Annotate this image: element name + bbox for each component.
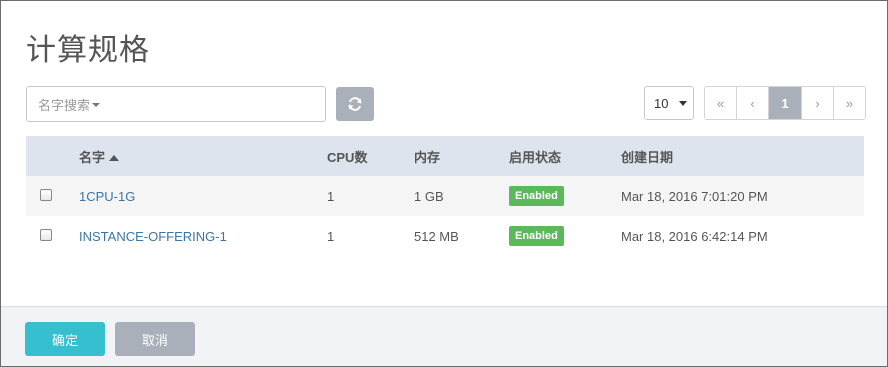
first-page-button[interactable]: « (705, 87, 737, 119)
cancel-button[interactable]: 取消 (115, 322, 195, 356)
confirm-button[interactable]: 确定 (25, 322, 105, 356)
search-input[interactable]: 名字搜索 (26, 86, 326, 122)
created-date-cell: Mar 18, 2016 6:42:14 PM (621, 228, 768, 244)
prev-page-button[interactable]: ‹ (737, 87, 769, 119)
memory-cell: 1 GB (414, 188, 444, 204)
current-page-button[interactable]: 1 (769, 87, 802, 119)
refresh-icon (348, 97, 362, 111)
column-header-name[interactable]: 名字 (79, 147, 327, 166)
cpu-cell: 1 (327, 228, 335, 244)
offering-name-link[interactable]: INSTANCE-OFFERING-1 (79, 229, 227, 244)
offering-name-link[interactable]: 1CPU-1G (79, 189, 135, 204)
dialog-footer: 确定 取消 (1, 306, 887, 366)
table-row[interactable]: 1CPU-1G 1 1 GB Enabled Mar 18, 2016 7:01… (26, 176, 864, 216)
column-header-cpu: CPU数 (327, 149, 368, 165)
next-page-button[interactable]: › (802, 87, 834, 119)
memory-cell: 512 MB (414, 228, 459, 244)
status-badge: Enabled (509, 226, 564, 246)
search-placeholder: 名字搜索 (38, 97, 91, 113)
column-header-memory: 内存 (414, 149, 441, 165)
pagination: « ‹ 1 › » (704, 86, 866, 120)
chevron-down-icon (679, 101, 687, 106)
cpu-cell: 1 (327, 188, 335, 204)
refresh-button[interactable] (336, 87, 374, 121)
offering-table: 名字 CPU数 内存 启用状态 创建日期 1CPU-1G 1 1 GB Enab… (26, 136, 864, 256)
chevron-down-icon[interactable] (92, 103, 101, 107)
column-header-status: 启用状态 (509, 149, 562, 165)
sort-ascending-icon (109, 154, 120, 161)
row-checkbox[interactable] (40, 228, 52, 241)
page-title: 计算规格 (26, 33, 150, 68)
column-header-created: 创建日期 (621, 149, 674, 165)
table-row[interactable]: INSTANCE-OFFERING-1 1 512 MB Enabled Mar… (26, 216, 864, 256)
select-instance-offering-dialog: 计算规格 名字搜索 10 « ‹ 1 › » 名字 CPU数 内存 启用状态 创… (0, 0, 888, 367)
created-date-cell: Mar 18, 2016 7:01:20 PM (621, 188, 768, 204)
status-badge: Enabled (509, 186, 564, 206)
page-size-value: 10 (654, 95, 669, 111)
table-header: 名字 CPU数 内存 启用状态 创建日期 (26, 136, 864, 176)
row-checkbox[interactable] (40, 188, 52, 201)
page-size-select[interactable]: 10 (644, 86, 694, 120)
last-page-button[interactable]: » (834, 87, 865, 119)
